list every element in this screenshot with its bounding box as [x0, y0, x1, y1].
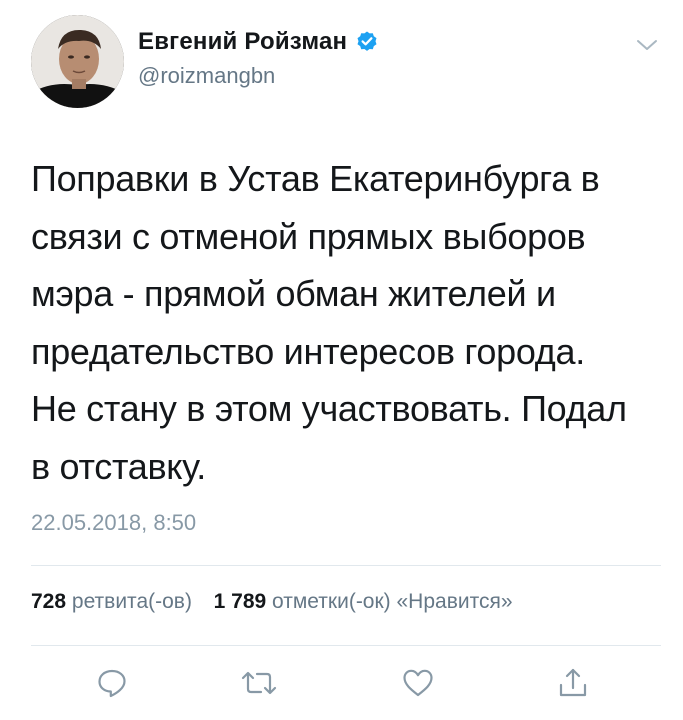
author-handle[interactable]: @roizmangbn: [138, 63, 275, 89]
retweets-label[interactable]: ретвита(-ов): [72, 590, 192, 613]
author-header: Евгений Ройзман: [138, 27, 379, 57]
tweet: Евгений Ройзман @roizmangbn Поправки в У…: [0, 0, 683, 720]
tweet-text: Поправки в Устав Екатеринбурга в связи с…: [31, 158, 627, 487]
share-icon: [556, 666, 590, 705]
retweet-icon: [240, 666, 278, 705]
heart-icon: [401, 666, 435, 705]
chevron-down-icon[interactable]: [636, 38, 658, 52]
avatar[interactable]: [31, 15, 124, 108]
divider: [31, 645, 661, 646]
display-name[interactable]: Евгений Ройзман: [138, 28, 347, 56]
likes-count[interactable]: 1 789: [214, 590, 267, 613]
action-bar: [0, 660, 683, 710]
reply-button[interactable]: [92, 665, 132, 705]
divider: [31, 565, 661, 566]
likes-label[interactable]: отметки(-ок) «Нравится»: [272, 590, 513, 613]
tweet-timestamp[interactable]: 22.05.2018, 8:50: [31, 510, 196, 536]
share-button[interactable]: [553, 665, 593, 705]
avatar-photo: [31, 15, 124, 108]
verified-badge-icon: [355, 30, 379, 54]
retweet-button[interactable]: [239, 665, 279, 705]
tweet-stats: 728 ретвита(-ов) 1 789 отметки(-ок) «Нра…: [31, 590, 513, 614]
like-button[interactable]: [398, 665, 438, 705]
reply-icon: [95, 666, 129, 705]
retweets-count[interactable]: 728: [31, 590, 66, 613]
